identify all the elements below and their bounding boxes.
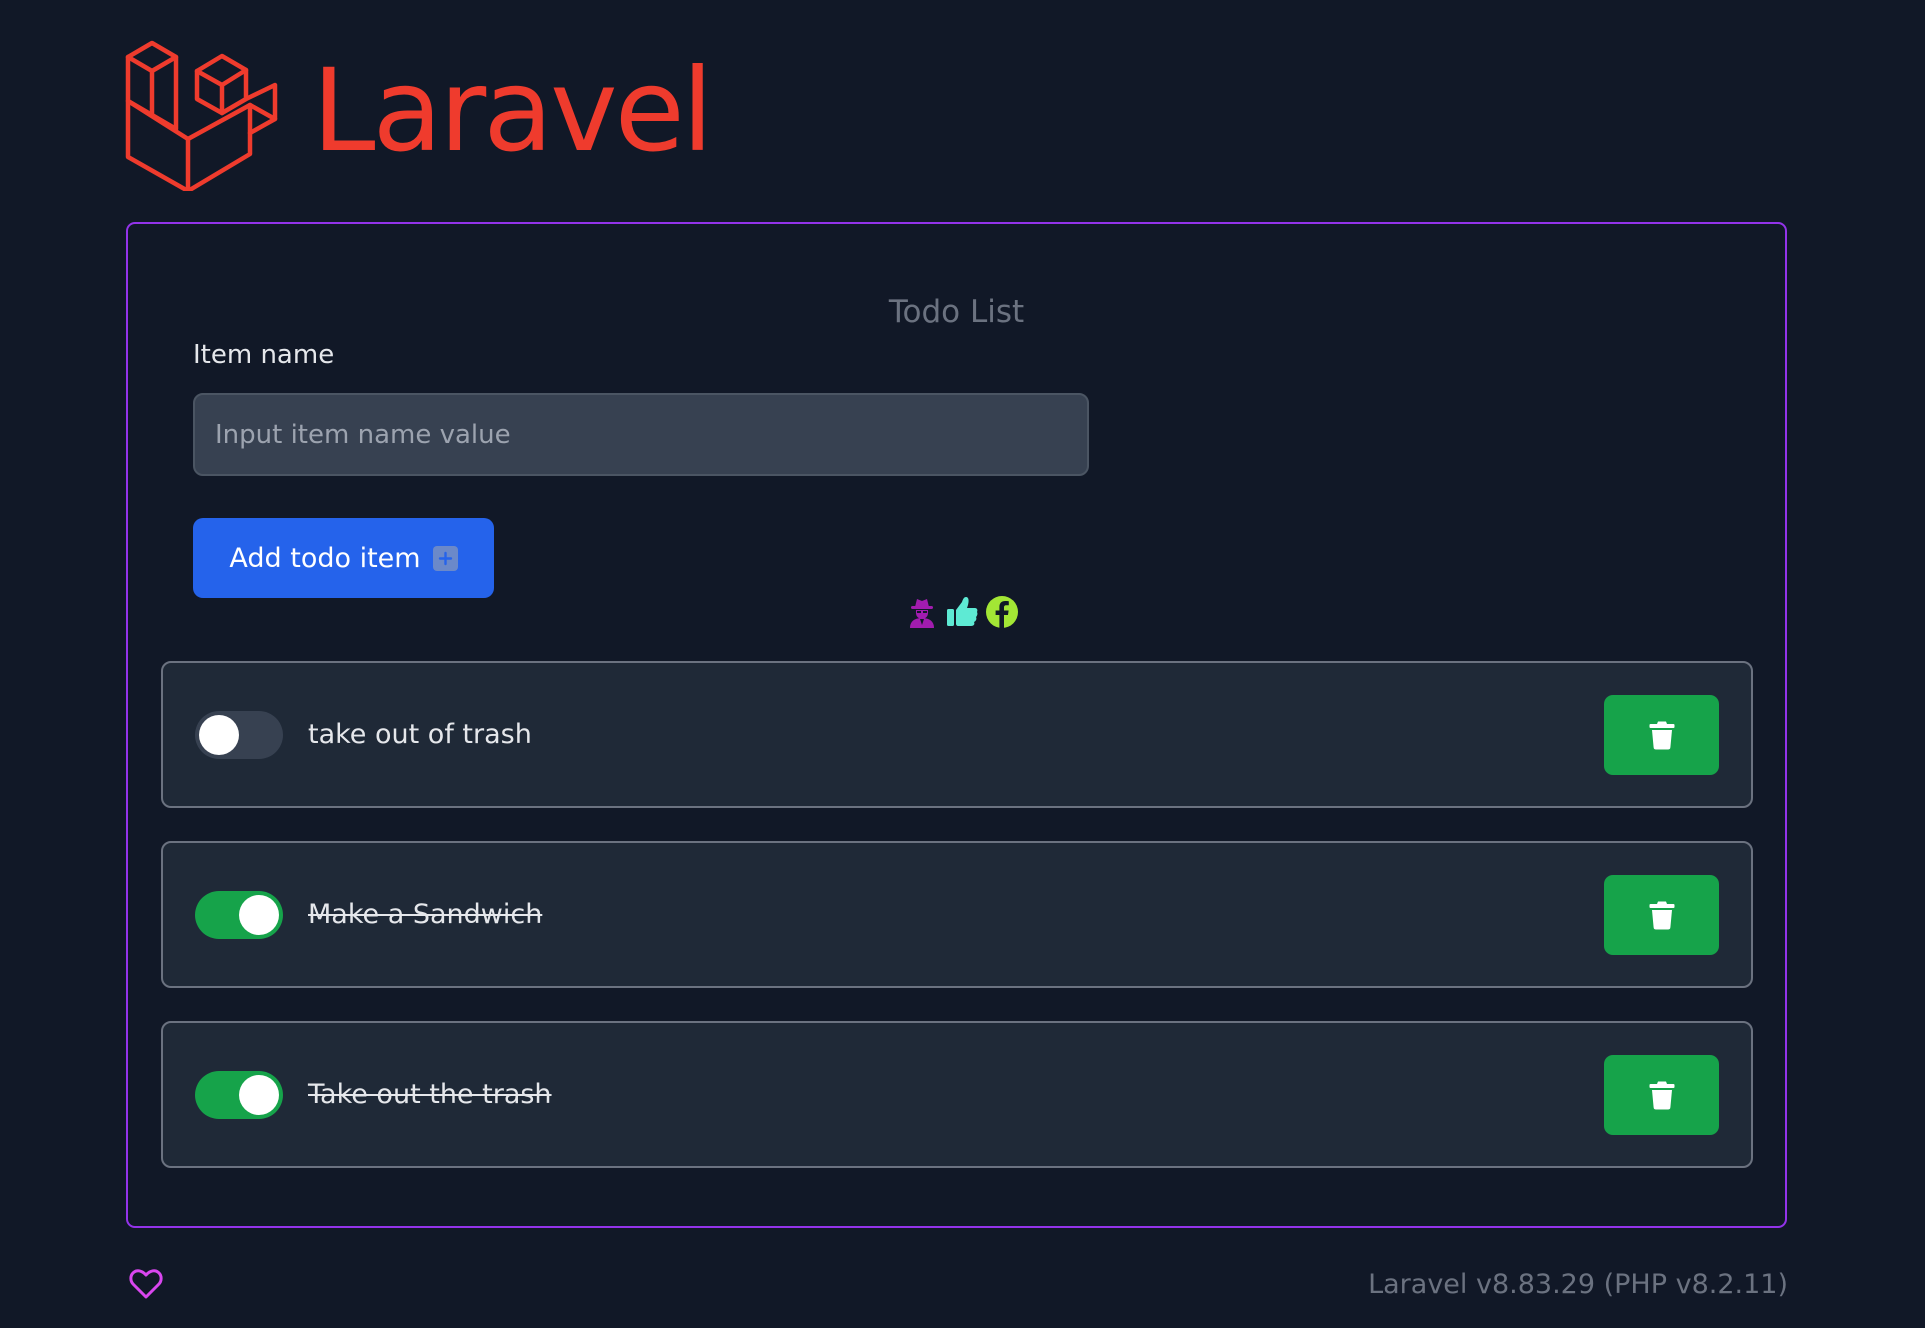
todo-card: Todo List Item name Add todo item <box>126 222 1787 1228</box>
thumbs-up-icon <box>944 594 980 630</box>
todo-item: Take out the trash <box>161 1021 1753 1168</box>
trash-icon <box>1649 721 1674 750</box>
delete-button[interactable] <box>1604 875 1719 955</box>
delete-button[interactable] <box>1604 695 1719 775</box>
social-icons <box>904 594 1020 630</box>
todo-item: take out of trash <box>161 661 1753 808</box>
delete-button[interactable] <box>1604 1055 1719 1135</box>
completed-toggle[interactable] <box>195 711 283 759</box>
todo-item-label: Take out the trash <box>308 1079 552 1110</box>
completed-toggle[interactable] <box>195 891 283 939</box>
completed-toggle[interactable] <box>195 1071 283 1119</box>
footer-version: Laravel v8.83.29 (PHP v8.2.11) <box>1368 1269 1788 1300</box>
item-name-label: Item name <box>193 340 335 370</box>
todo-item-label: take out of trash <box>308 719 532 750</box>
user-secret-icon <box>904 594 940 630</box>
item-name-input[interactable] <box>193 393 1089 476</box>
card-title: Todo List <box>888 294 1025 330</box>
trash-icon <box>1649 1081 1674 1110</box>
page: Laravel Todo List Item name Add todo ite… <box>0 0 1925 1328</box>
laravel-logo[interactable]: Laravel <box>125 29 713 191</box>
trash-icon <box>1649 901 1674 930</box>
laravel-logo-icon <box>125 40 278 191</box>
toggle-knob <box>239 1075 279 1115</box>
plus-square-icon <box>432 545 458 571</box>
toggle-knob <box>199 715 239 755</box>
add-todo-button[interactable]: Add todo item <box>193 518 494 598</box>
brand-name: Laravel <box>312 44 713 177</box>
todo-item: Make a Sandwich <box>161 841 1753 988</box>
heart-icon[interactable] <box>129 1268 163 1300</box>
facebook-icon <box>984 594 1020 630</box>
todo-item-label: Make a Sandwich <box>308 899 543 930</box>
toggle-knob <box>239 895 279 935</box>
add-todo-button-label: Add todo item <box>229 542 421 574</box>
